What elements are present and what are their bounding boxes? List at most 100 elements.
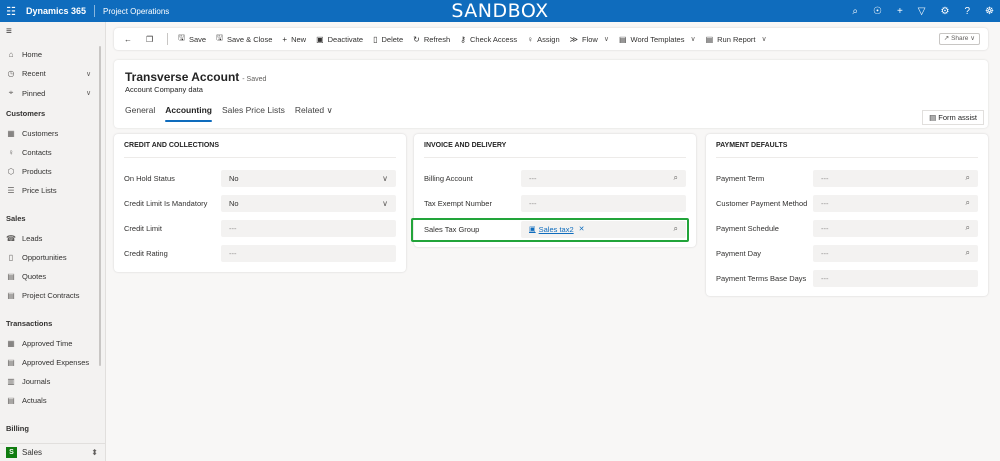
share-button[interactable]: ↗ Share ∨ [938,33,980,45]
sidebar-item-approved-time[interactable]: ▦ Approved Time [6,339,72,348]
share-icon: ↗ [943,35,952,42]
sidebar-item-price-lists[interactable]: ☰ Price Lists [6,186,56,195]
waffle-icon[interactable]: ☷ [0,0,22,22]
chevron-down-icon[interactable]: ∨ [86,70,91,78]
sidebar-group-transactions: Transactions [6,319,53,328]
remove-icon[interactable]: ✕ [579,225,585,233]
receipt-icon: ▤ [7,358,15,367]
word-templates-button[interactable]: ▤ Word Templates ∨ [619,35,696,44]
lightbulb-icon[interactable]: ☉ [873,6,882,17]
sidebar-item-quotes[interactable]: ▤ Quotes [6,272,46,281]
payment-day-lookup[interactable]: --- ⌕ [813,244,978,262]
field-credit-rating: Credit Rating --- [124,244,396,262]
deactivate-icon: ▣ [316,34,324,44]
save-button[interactable]: 🖫 Save [178,32,206,46]
search-icon[interactable]: ⌕ [966,223,970,233]
customer-payment-method-lookup[interactable]: --- ⌕ [813,194,978,212]
tax-exempt-number-input[interactable]: --- [521,194,686,212]
help-icon[interactable]: ? [964,6,970,17]
sidebar-item-home[interactable]: ⌂ Home [6,50,42,59]
field-label: Payment Day [716,248,762,258]
report-icon: ▤ [705,34,714,44]
form-assist-button[interactable]: ▤ Form assist [922,110,984,125]
filter-icon[interactable]: ▽ [918,6,926,17]
box-icon: ⬡ [7,167,15,176]
on-hold-status-select[interactable]: No ∨ [221,169,396,187]
credit-limit-input[interactable]: --- [221,219,396,237]
field-label: Credit Limit [124,223,162,233]
chevron-down-icon[interactable]: ∨ [86,89,91,97]
tab-accounting[interactable]: Accounting [165,105,212,122]
section-payment-defaults: PAYMENT DEFAULTS Payment Term --- ⌕ Custo… [706,134,988,296]
sidebar-item-leads[interactable]: ☎ Leads [6,234,42,243]
sales-tax-group-lookup[interactable]: ▣ Sales tax2 ✕ ⌕ [521,220,686,238]
payment-schedule-lookup[interactable]: --- ⌕ [813,219,978,237]
check-access-button[interactable]: ⚷ Check Access [460,35,517,44]
area-switcher[interactable]: S Sales ⬍ [0,443,106,461]
sidebar-scrollbar[interactable] [99,46,101,366]
search-icon[interactable]: ⌕ [966,173,970,183]
credit-limit-mandatory-select[interactable]: No ∨ [221,194,396,212]
tab-sales-price-lists[interactable]: Sales Price Lists [222,105,285,122]
run-report-button[interactable]: ▤ Run Report ∨ [706,35,767,44]
search-icon[interactable]: ⌕ [674,173,678,183]
assign-button[interactable]: ♀ Assign [527,35,560,44]
sidebar-item-recent[interactable]: ◷ Recent ∨ [6,69,92,78]
payment-terms-base-days-input[interactable]: --- [813,269,978,287]
sidebar-item-customers[interactable]: ▦ Customers [6,129,58,138]
new-button[interactable]: + New [282,35,306,44]
field-payment-terms-base-days: Payment Terms Base Days --- [716,269,978,287]
field-billing-account: Billing Account --- ⌕ [424,169,686,187]
refresh-button[interactable]: ↻ Refresh [413,35,450,44]
sidebar-item-products[interactable]: ⬡ Products [6,167,52,176]
payment-term-lookup[interactable]: --- ⌕ [813,169,978,187]
search-icon[interactable]: ⌕ [674,224,678,234]
tab-general[interactable]: General [125,105,155,122]
chevron-down-icon: ∨ [690,36,696,43]
search-icon[interactable]: ⌕ [966,248,970,258]
sidebar-item-pinned[interactable]: ⌖ Pinned ∨ [6,88,91,98]
popout-button[interactable]: ❐ [146,35,157,44]
save-close-button[interactable]: 🖫 Save & Close [216,32,272,46]
tab-related[interactable]: Related ∨ [295,105,333,122]
deactivate-button[interactable]: ▣ Deactivate [316,35,363,44]
sidebar-item-contacts[interactable]: ♀ Contacts [6,148,52,157]
billing-account-lookup[interactable]: --- ⌕ [521,169,686,187]
hamburger-icon[interactable]: ≡ [6,26,12,37]
field-label: Credit Limit Is Mandatory [124,198,208,208]
sidebar-item-journals[interactable]: ▥ Journals [6,377,50,386]
section-title: PAYMENT DEFAULTS [716,142,788,149]
settings-icon[interactable]: ⚙ [941,6,950,17]
sidebar-item-label: Approved Time [22,339,73,348]
sidebar-item-label: Quotes [22,272,47,281]
field-label: Credit Rating [124,248,168,258]
sidebar-item-label: Customers [22,129,59,138]
sidebar-item-label: Leads [22,234,43,243]
command-bar: ← ❐ 🖫 Save 🖫 Save & Close + New ▣ Deactivate… [114,28,988,50]
app-name[interactable]: Dynamics 365 [22,5,96,17]
field-label: Customer Payment Method [716,198,808,208]
delete-button[interactable]: ▯ Delete [373,35,403,44]
section-invoice-delivery: INVOICE AND DELIVERY Billing Account ---… [414,134,696,247]
field-label: Payment Term [716,173,765,183]
plus-icon: + [282,34,288,44]
back-button[interactable]: ← [124,35,136,44]
field-sales-tax-group: Sales Tax Group ▣ Sales tax2 ✕ ⌕ [424,220,686,238]
copilot-icon[interactable]: ☸ [985,6,994,17]
plus-icon[interactable]: + [897,6,903,17]
sidebar-item-actuals[interactable]: ▤ Actuals [6,396,46,405]
search-icon[interactable]: ⌕ [966,198,970,208]
sidebar-item-project-contracts[interactable]: ▤ Project Contracts [6,291,79,300]
section-title: INVOICE AND DELIVERY [424,142,507,149]
sidebar-item-opportunities[interactable]: ▯ Opportunities [6,253,67,262]
updown-chevron-icon: ⬍ [91,448,98,457]
area-badge: S [6,447,17,458]
credit-rating-input[interactable]: --- [221,244,396,262]
trash-icon: ▯ [373,34,378,44]
sales-tax-group-link[interactable]: ▣ Sales tax2 [529,225,574,234]
sidebar-item-approved-expenses[interactable]: ▤ Approved Expenses [6,358,89,367]
flow-button[interactable]: ≫ Flow ∨ [570,35,609,44]
search-icon[interactable]: ⌕ [852,6,858,17]
area-name[interactable]: Project Operations [95,7,169,16]
chevron-down-icon: ∨ [603,36,609,43]
